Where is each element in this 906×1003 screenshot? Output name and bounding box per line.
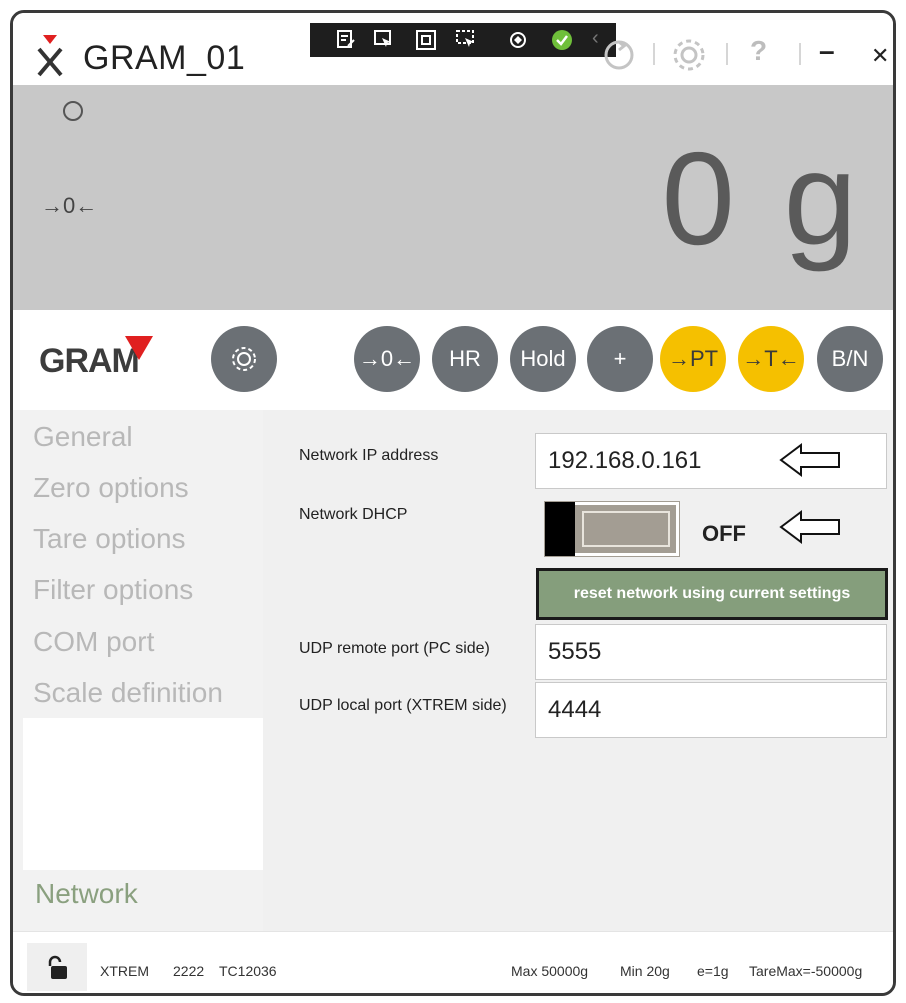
status-e: e=1g xyxy=(697,963,729,979)
close-button[interactable]: ✕ xyxy=(871,43,889,69)
status-id: 2222 xyxy=(173,963,205,979)
sidebar-item-tare-options[interactable]: Tare options xyxy=(33,523,186,555)
weight-readout: 0 g xyxy=(661,125,863,272)
title-bar: GRAM_01 ‹ ? – ✕ xyxy=(13,13,893,85)
gear-icon xyxy=(232,347,256,371)
status-tare-max: TareMax=-50000g xyxy=(749,963,863,979)
reset-network-button[interactable]: reset network using current settings xyxy=(536,568,888,620)
status-code: TC12036 xyxy=(219,963,277,979)
check-ok-icon[interactable] xyxy=(550,28,574,52)
stability-indicator-icon xyxy=(63,101,83,121)
dhcp-label: Network DHCP xyxy=(299,506,408,523)
udp-remote-port-label: UDP remote port (PC side) xyxy=(299,640,490,657)
preset-tare-button[interactable]: →PT xyxy=(660,326,726,392)
minimize-button[interactable]: – xyxy=(819,35,835,67)
dhcp-state-label: OFF xyxy=(702,521,746,546)
sidebar-blank-area xyxy=(23,718,263,870)
udp-remote-port-field[interactable]: 5555 xyxy=(535,624,887,680)
sidebar-item-general[interactable]: General xyxy=(33,421,133,453)
pointer-arrow-icon xyxy=(779,510,840,544)
zero-button[interactable]: →0← xyxy=(354,326,420,392)
sidebar-item-scale-definition[interactable]: Scale definition xyxy=(33,677,223,709)
dhcp-toggle[interactable] xyxy=(545,502,679,556)
sidebar-item-zero-options[interactable]: Zero options xyxy=(33,472,189,504)
ip-address-label: Network IP address xyxy=(299,447,439,464)
status-min: Min 20g xyxy=(620,963,670,979)
settings-gear-icon[interactable] xyxy=(669,35,709,75)
region-pointer-icon[interactable] xyxy=(454,28,478,52)
lock-button[interactable] xyxy=(27,943,87,991)
edit-list-icon[interactable] xyxy=(334,28,358,52)
gross-net-button[interactable]: B/N xyxy=(817,326,883,392)
hr-button[interactable]: HR xyxy=(432,326,498,392)
collapse-chevron-icon[interactable]: ‹ xyxy=(592,27,599,50)
gram-logo-triangle-icon xyxy=(125,336,153,360)
toggle-knob xyxy=(545,502,575,556)
help-button[interactable]: ? xyxy=(750,35,767,67)
plus-button[interactable]: + xyxy=(587,326,653,392)
sidebar-item-network[interactable]: Network xyxy=(23,870,263,922)
sync-icon[interactable] xyxy=(506,28,530,52)
title-separator xyxy=(726,43,728,65)
tare-button[interactable]: →T← xyxy=(738,326,804,392)
app-window: GRAM_01 ‹ ? – ✕ →0← 0 g GRAM →0← HR Hold… xyxy=(10,10,896,996)
status-model: XTREM xyxy=(100,963,149,979)
config-gear-button[interactable] xyxy=(211,326,277,392)
pointer-arrow-icon xyxy=(779,443,840,477)
sidebar-item-filter-options[interactable]: Filter options xyxy=(33,574,193,606)
title-separator xyxy=(653,43,655,65)
sidebar-item-label: Network xyxy=(35,878,138,909)
status-max: Max 50000g xyxy=(511,963,589,979)
unlock-icon xyxy=(48,955,67,979)
gram-logo: GRAM xyxy=(39,342,140,380)
capture-toolbar: ‹ xyxy=(310,23,616,57)
sidebar-item-com-port[interactable]: COM port xyxy=(33,626,154,658)
window-title: GRAM_01 xyxy=(83,39,246,77)
app-logo-icon xyxy=(37,35,63,77)
zero-indicator: →0← xyxy=(41,193,98,218)
toggle-track xyxy=(582,511,670,547)
hold-button[interactable]: Hold xyxy=(510,326,576,392)
frame-select-icon[interactable] xyxy=(414,28,438,52)
select-pointer-icon[interactable] xyxy=(372,28,396,52)
title-separator xyxy=(799,43,801,65)
udp-local-port-label: UDP local port (XTREM side) xyxy=(299,697,507,714)
udp-local-port-field[interactable]: 4444 xyxy=(535,682,887,738)
refresh-icon[interactable] xyxy=(601,37,637,73)
